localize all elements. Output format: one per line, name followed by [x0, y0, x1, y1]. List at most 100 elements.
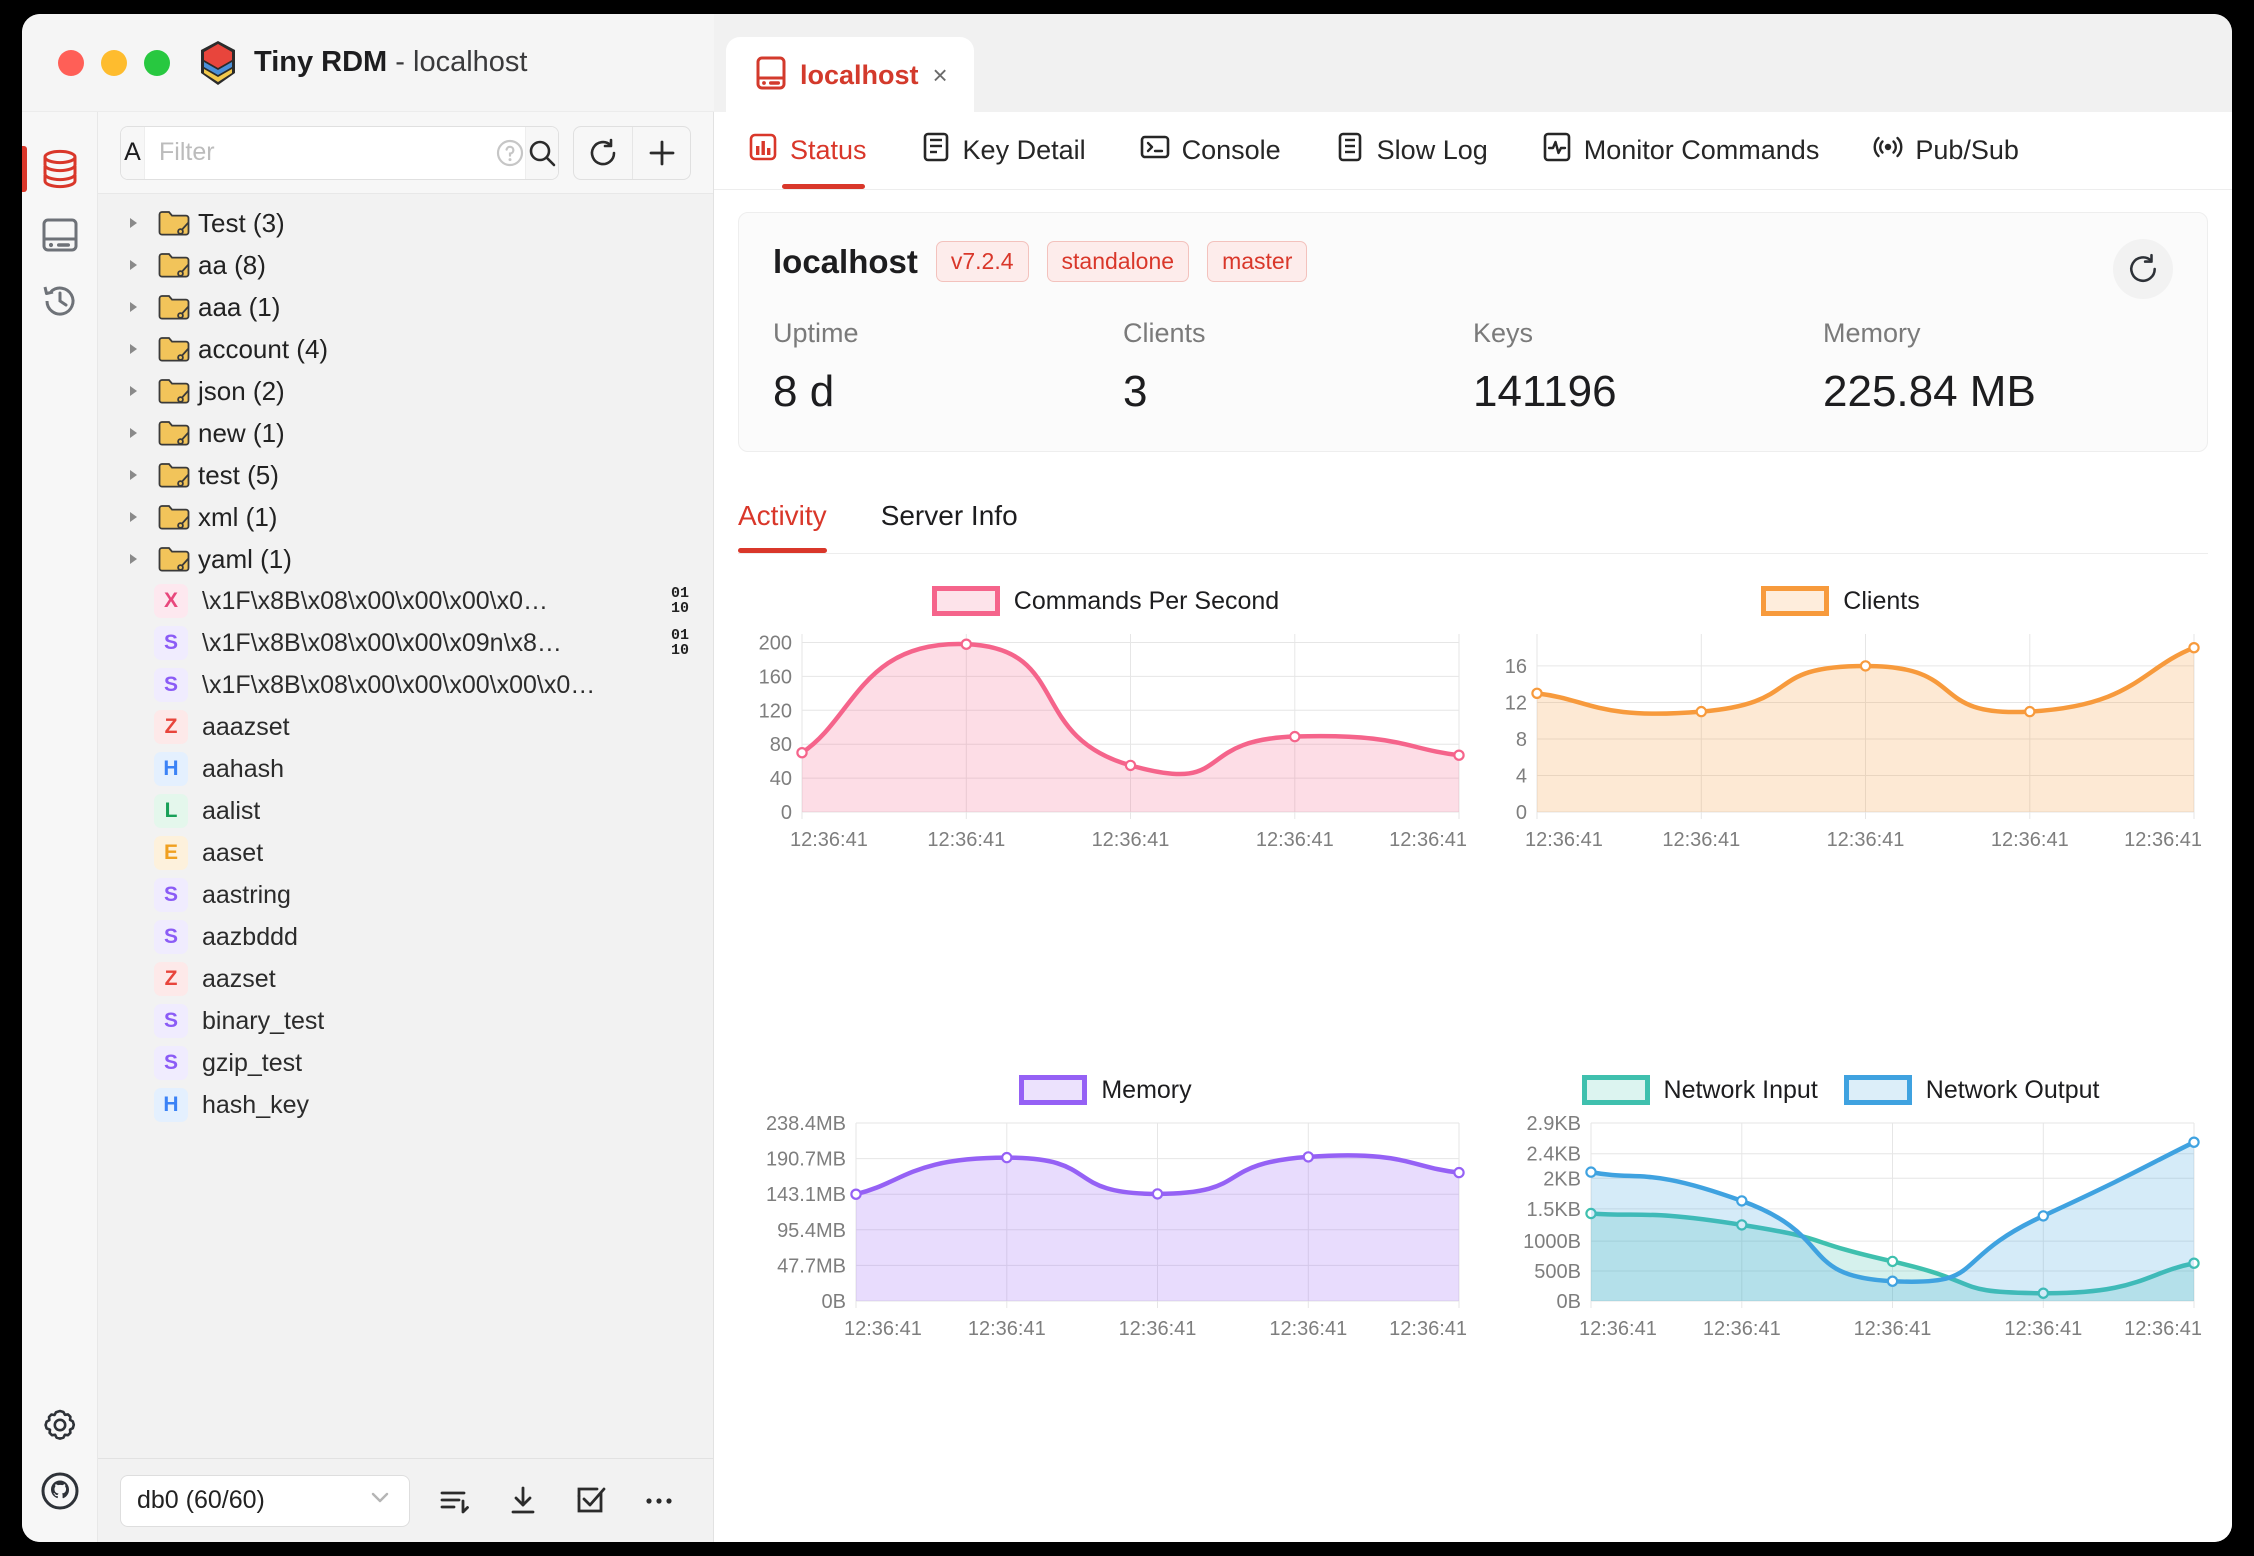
subtab-server-info[interactable]: Server Info [881, 478, 1018, 553]
tree-folder-row[interactable]: test (5) [98, 454, 713, 496]
filter-type-prefix[interactable]: A [121, 126, 145, 179]
folder-key-icon [150, 292, 198, 322]
close-icon[interactable]: × [933, 62, 948, 88]
tree-folder-row[interactable]: aaa (1) [98, 286, 713, 328]
tree-key-row[interactable]: Sbinary_test [98, 1000, 713, 1042]
status-tag-role: master [1207, 241, 1308, 282]
svg-text:16: 16 [1505, 656, 1527, 678]
chevron-right-icon[interactable] [116, 509, 150, 525]
folder-key-icon [150, 502, 198, 532]
import-icon[interactable] [500, 1484, 546, 1518]
svg-text:95.4MB: 95.4MB [777, 1220, 846, 1242]
status-sub-tabs[interactable]: Activity Server Info [738, 478, 2208, 554]
tree-key-row[interactable]: Saazbddd [98, 916, 713, 958]
svg-text:12:36:41: 12:36:41 [2124, 1318, 2202, 1340]
chevron-right-icon[interactable] [116, 467, 150, 483]
window-titlebar: Tiny RDM - localhost [22, 14, 714, 112]
tab-console[interactable]: Console [1140, 112, 1281, 189]
tree-folder-row[interactable]: Test (3) [98, 202, 713, 244]
chart-network: Network Input Network Output 0B 500B 1000B 1.… [1473, 1053, 2208, 1542]
rail-item-database[interactable] [22, 136, 98, 202]
chart-legend: Memory [738, 1067, 1473, 1113]
question-circle-icon[interactable] [495, 127, 525, 179]
tree-folder-row[interactable]: new (1) [98, 412, 713, 454]
tree-folder-row[interactable]: xml (1) [98, 496, 713, 538]
tree-key-row[interactable]: S \x1F\x8B\x08\x00\x00\x09n\x8… 01 10 [98, 622, 713, 664]
connection-tab-localhost[interactable]: localhost × [726, 37, 974, 113]
more-icon[interactable] [636, 1484, 682, 1518]
tree-folder-row[interactable]: account (4) [98, 328, 713, 370]
legend-swatch [1019, 1075, 1088, 1105]
chevron-right-icon[interactable] [116, 383, 150, 399]
tree-folder-label: new (1) [198, 417, 285, 448]
tree-folder-row[interactable]: yaml (1) [98, 538, 713, 580]
tab-slow-log[interactable]: Slow Log [1335, 112, 1488, 189]
minimize-window-button[interactable] [101, 49, 127, 76]
server-icon [756, 56, 786, 95]
rail-item-github[interactable] [22, 1458, 98, 1524]
database-icon [43, 149, 76, 189]
tree-folder-row[interactable]: json (2) [98, 370, 713, 412]
plus-icon[interactable] [632, 126, 690, 179]
main-tabs[interactable]: Status Key Detail Console Slow Log Monitor C… [714, 112, 2232, 190]
tree-key-row[interactable]: X \x1F\x8B\x08\x00\x00\x00\x0… 01 10 [98, 580, 713, 622]
legend-item[interactable]: Memory [1019, 1075, 1192, 1105]
legend-item[interactable]: Network Output [1843, 1075, 2099, 1105]
key-type-badge: S [154, 1046, 188, 1080]
svg-text:200: 200 [759, 633, 792, 655]
tab-status[interactable]: Status [748, 112, 867, 189]
tab-monitor-commands[interactable]: Monitor Commands [1542, 112, 1819, 189]
rail-item-history[interactable] [22, 268, 98, 334]
key-name: aahash [202, 754, 285, 783]
subtab-activity[interactable]: Activity [738, 478, 827, 553]
legend-item[interactable]: Commands Per Second [931, 586, 1279, 616]
chevron-right-icon[interactable] [116, 215, 150, 231]
zoom-window-button[interactable] [144, 49, 170, 76]
svg-text:40: 40 [770, 768, 792, 790]
svg-text:12:36:41: 12:36:41 [844, 1318, 922, 1340]
tree-key-row[interactable]: Zaazset [98, 958, 713, 1000]
legend-item[interactable]: Clients [1761, 586, 1920, 616]
tree-folder-row[interactable]: aa (8) [98, 244, 713, 286]
tab-pub-sub[interactable]: Pub/Sub [1873, 112, 2019, 189]
tree-key-row[interactable]: Haahash [98, 748, 713, 790]
sort-icon[interactable] [432, 1484, 478, 1518]
chevron-right-icon[interactable] [116, 299, 150, 315]
refresh-icon[interactable] [574, 127, 632, 179]
rail-item-settings[interactable] [22, 1392, 98, 1458]
filter-input[interactable] [145, 126, 495, 179]
chevron-right-icon[interactable] [116, 551, 150, 567]
tab-label: Key Detail [962, 135, 1086, 165]
tab-key-detail[interactable]: Key Detail [921, 112, 1086, 189]
tree-key-row[interactable]: Sgzip_test [98, 1042, 713, 1084]
tab-label: Status [790, 135, 867, 165]
checkbox-icon[interactable] [568, 1484, 614, 1518]
tree-key-row[interactable]: Saastring [98, 874, 713, 916]
activity-charts: Commands Per Second 0 40 80 120 160 200 12:36:4… [714, 554, 2232, 1542]
db-toolbar: db0 (60/60) [98, 1458, 713, 1542]
chart-plot: 0B 47.7MB 95.4MB 143.1MB 190.7MB 238.4MB 12:36… [738, 1113, 1473, 1345]
svg-text:12: 12 [1505, 693, 1527, 715]
stat-clients-label: Clients [1123, 318, 1206, 348]
chevron-right-icon[interactable] [116, 257, 150, 273]
legend-item[interactable]: Network Input [1581, 1075, 1818, 1105]
tree-key-row[interactable]: Laalist [98, 790, 713, 832]
close-window-button[interactable] [58, 49, 84, 76]
tree-key-row[interactable]: Hhash_key [98, 1084, 713, 1126]
tree-key-row[interactable]: S \x1F\x8B\x08\x00\x00\x00\x00\x0… [98, 664, 713, 706]
tree-key-row[interactable]: Zaaazset [98, 706, 713, 748]
key-tree[interactable]: Test (3) aa (8) aaa (1) account (4) json (2)… [98, 194, 713, 1458]
folder-key-icon [150, 460, 198, 490]
key-type-badge: L [154, 794, 188, 828]
database-select[interactable]: db0 (60/60) [120, 1474, 410, 1527]
tree-key-row[interactable]: Eaaset [98, 832, 713, 874]
chevron-right-icon[interactable] [116, 341, 150, 357]
svg-text:12:36:41: 12:36:41 [1119, 1318, 1197, 1340]
chevron-right-icon[interactable] [116, 425, 150, 441]
status-card-header: localhost v7.2.4 standalone master [773, 241, 2173, 282]
main-content: Status Key Detail Console Slow Log Monitor C… [714, 112, 2232, 1542]
rail-item-server[interactable] [22, 202, 98, 268]
search-icon[interactable] [525, 126, 558, 179]
status-refresh-button[interactable] [2113, 239, 2173, 299]
history-icon [43, 286, 74, 316]
